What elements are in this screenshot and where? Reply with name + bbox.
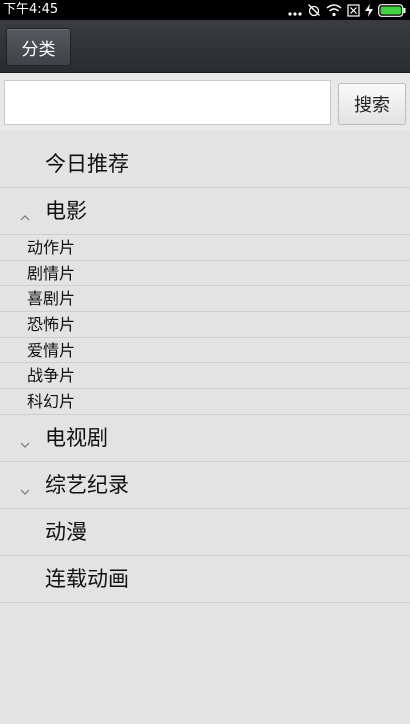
category-label: 动漫 xyxy=(45,519,87,544)
battery-icon xyxy=(378,3,406,17)
category-label: 电视剧 xyxy=(45,425,108,450)
charging-bolt-icon xyxy=(365,3,373,17)
sim-box-icon xyxy=(347,3,360,17)
subcategory-item[interactable]: 剧情片 xyxy=(0,261,410,287)
subcategory-label: 喜剧片 xyxy=(27,289,76,309)
subcategory-item[interactable]: 喜剧片 xyxy=(0,286,410,313)
subcategory-label: 剧情片 xyxy=(27,263,76,283)
subcategory-label: 战争片 xyxy=(27,366,76,386)
status-icons xyxy=(288,2,406,18)
subcategory-label: 恐怖片 xyxy=(27,315,76,335)
action-bar: 分类 xyxy=(0,20,410,73)
category-label: 今日推荐 xyxy=(45,152,129,176)
subcategory-label: 科幻片 xyxy=(27,392,76,412)
subcategory-label: 动作片 xyxy=(27,238,76,257)
subcategory-item[interactable]: 科幻片 xyxy=(0,389,410,415)
search-row: 搜索 xyxy=(0,73,410,131)
alarm-off-icon xyxy=(307,3,321,17)
subcategory-item[interactable]: 爱情片 xyxy=(0,338,410,364)
subcategory-item[interactable]: 战争片 xyxy=(0,363,410,390)
wifi-icon xyxy=(326,3,342,17)
subcategory-label: 爱情片 xyxy=(27,340,76,360)
status-time: 下午4:45 xyxy=(3,2,59,17)
subcategory-item[interactable]: 恐怖片 xyxy=(0,312,410,338)
category-label: 综艺纪录 xyxy=(45,472,129,497)
category-item[interactable]: 电影 xyxy=(0,188,410,235)
category-label: 连载动画 xyxy=(45,566,129,591)
category-item[interactable]: 电视剧 xyxy=(0,415,410,462)
subcategory-item[interactable]: 动作片 xyxy=(0,235,410,261)
chevron-down-icon xyxy=(20,434,30,448)
status-bar: 下午4:45 xyxy=(0,0,410,20)
category-item[interactable]: 今日推荐 xyxy=(0,141,410,188)
category-button[interactable]: 分类 xyxy=(6,28,71,66)
category-label: 电影 xyxy=(45,199,87,223)
chevron-down-icon xyxy=(20,481,30,495)
more-dots-icon xyxy=(288,3,302,17)
category-item[interactable]: 动漫 xyxy=(0,509,410,556)
category-item[interactable]: 综艺纪录 xyxy=(0,462,410,509)
category-list: 今日推荐电影动作片剧情片喜剧片恐怖片爱情片战争片科幻片电视剧综艺纪录动漫连载动画 xyxy=(0,141,410,603)
category-item[interactable]: 连载动画 xyxy=(0,556,410,603)
chevron-up-icon xyxy=(20,207,30,221)
search-input[interactable] xyxy=(4,80,331,125)
search-button[interactable]: 搜索 xyxy=(338,83,406,125)
